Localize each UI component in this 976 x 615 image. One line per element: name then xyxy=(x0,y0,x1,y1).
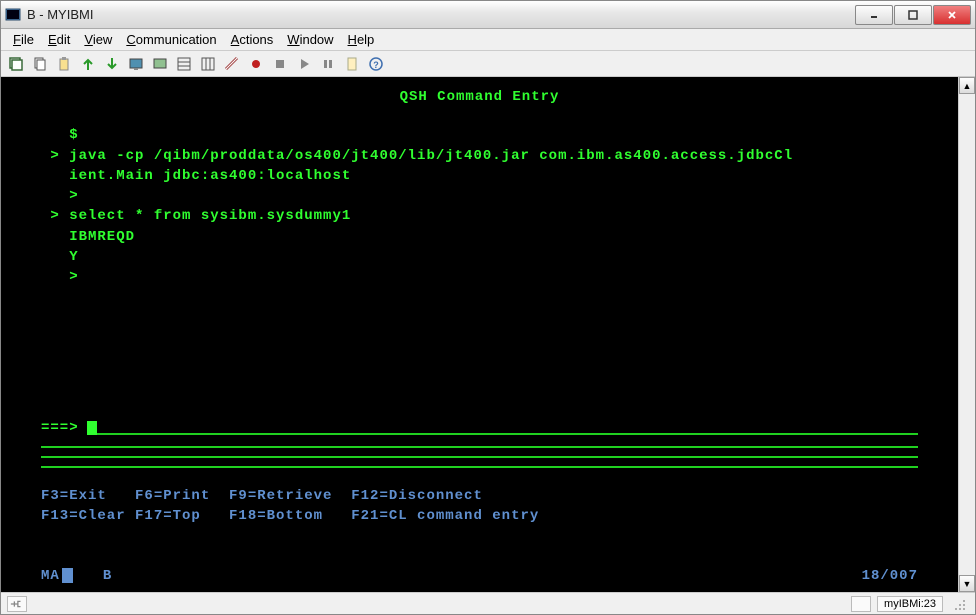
connection-host: myIBMi:23 xyxy=(877,596,943,612)
maximize-button[interactable] xyxy=(894,5,932,25)
connection-plug-icon xyxy=(7,596,27,612)
term-line: > select * from sysibm.sysdummy1 xyxy=(11,206,948,226)
menubar: File Edit View Communication Actions Win… xyxy=(1,29,975,51)
menu-edit[interactable]: Edit xyxy=(42,30,76,49)
vertical-scrollbar[interactable]: ▲ ▼ xyxy=(958,77,975,592)
screen-title: QSH Command Entry xyxy=(11,87,948,107)
term-line: > xyxy=(11,267,948,287)
menu-communication[interactable]: Communication xyxy=(120,30,222,49)
scroll-down-button[interactable]: ▼ xyxy=(959,575,975,592)
ruler-icon[interactable] xyxy=(223,55,241,73)
svg-text:?: ? xyxy=(373,60,379,70)
status-ma: MA xyxy=(41,566,60,586)
resize-grip-icon[interactable] xyxy=(949,596,969,612)
cursor-position: 18/007 xyxy=(862,566,918,586)
statusbar: myIBMi:23 xyxy=(1,592,975,614)
cursor xyxy=(87,421,97,435)
window-title: B - MYIBMI xyxy=(27,7,854,22)
doc-icon[interactable] xyxy=(343,55,361,73)
prompt-label: ===> xyxy=(11,418,83,438)
grid1-icon[interactable] xyxy=(175,55,193,73)
status-indicator xyxy=(62,568,73,583)
menu-actions[interactable]: Actions xyxy=(225,30,280,49)
command-prompt[interactable]: ===> xyxy=(11,418,948,438)
fkey-row-2: F13=Clear F17=Top F18=Bottom F21=CL comm… xyxy=(11,506,948,526)
record-icon[interactable] xyxy=(247,55,265,73)
close-button[interactable] xyxy=(933,5,971,25)
minimize-button[interactable] xyxy=(855,5,893,25)
input-continuation[interactable] xyxy=(41,446,918,448)
app-window: B - MYIBMI File Edit View Communication … xyxy=(0,0,976,615)
terminal-screen[interactable]: QSH Command Entry $ > java -cp /qibm/pro… xyxy=(1,77,958,592)
input-continuation[interactable] xyxy=(41,466,918,468)
fkey-row-1: F3=Exit F6=Print F9=Retrieve F12=Disconn… xyxy=(11,486,948,506)
app-icon xyxy=(5,7,21,23)
grid2-icon[interactable] xyxy=(199,55,217,73)
menu-help[interactable]: Help xyxy=(342,30,381,49)
menu-window[interactable]: Window xyxy=(281,30,339,49)
terminal-status: MA B 18/007 xyxy=(11,566,948,586)
play-icon[interactable] xyxy=(295,55,313,73)
term-line: $ xyxy=(11,125,948,145)
term-line: Y xyxy=(11,247,948,267)
term-line: ient.Main jdbc:as400:localhost xyxy=(11,166,948,186)
menu-view[interactable]: View xyxy=(78,30,118,49)
main-area: QSH Command Entry $ > java -cp /qibm/pro… xyxy=(1,77,975,592)
color-icon[interactable] xyxy=(151,55,169,73)
display-icon[interactable] xyxy=(127,55,145,73)
term-line: IBMREQD xyxy=(11,227,948,247)
connection-lightning-icon xyxy=(851,596,871,612)
copy-icon[interactable] xyxy=(31,55,49,73)
scroll-up-button[interactable]: ▲ xyxy=(959,77,975,94)
send-icon[interactable] xyxy=(79,55,97,73)
stop-icon[interactable] xyxy=(271,55,289,73)
term-line: > java -cp /qibm/proddata/os400/jt400/li… xyxy=(11,146,948,166)
window-controls xyxy=(854,5,971,25)
receive-icon[interactable] xyxy=(103,55,121,73)
menu-file[interactable]: File xyxy=(7,30,40,49)
help-icon[interactable]: ? xyxy=(367,55,385,73)
scroll-track[interactable] xyxy=(959,94,975,575)
titlebar: B - MYIBMI xyxy=(1,1,975,29)
status-b: B xyxy=(103,566,112,586)
input-continuation[interactable] xyxy=(41,456,918,458)
pause-icon[interactable] xyxy=(319,55,337,73)
paste-icon[interactable] xyxy=(55,55,73,73)
term-line: > xyxy=(11,186,948,206)
toolbar: ? xyxy=(1,51,975,77)
input-line[interactable] xyxy=(97,421,918,435)
copy-screen-icon[interactable] xyxy=(7,55,25,73)
